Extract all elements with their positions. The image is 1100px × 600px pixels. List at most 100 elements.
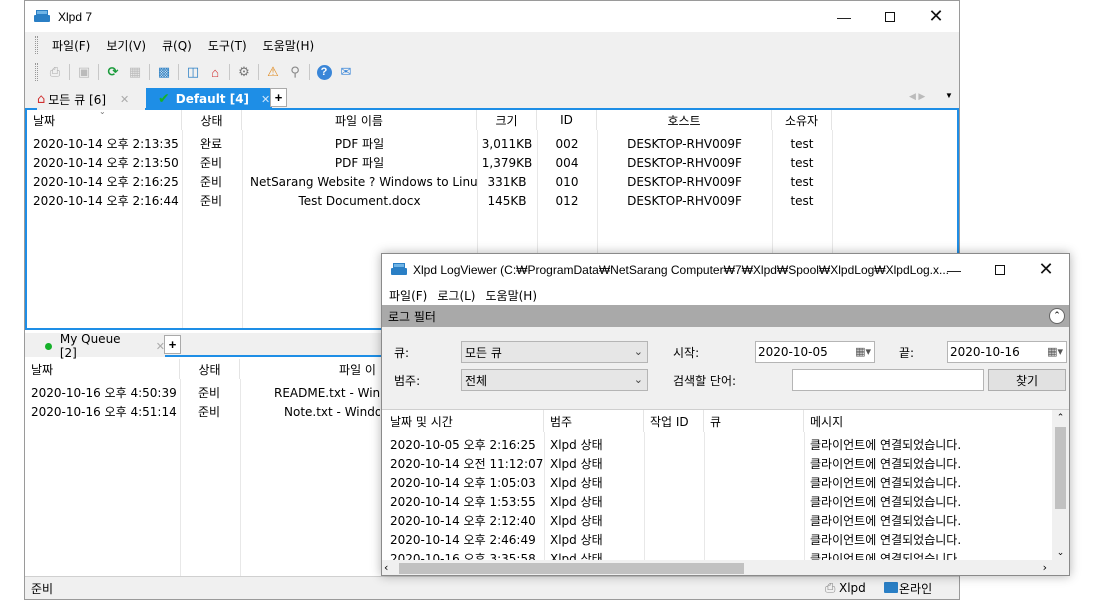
col-owner[interactable]: 소유자 — [772, 110, 832, 130]
log-message: 클라이언트에 연결되었습니다. — [810, 438, 962, 452]
end-date-picker[interactable]: 2020-10-16 ▦▾ — [947, 341, 1067, 363]
job-status: 준비 — [200, 175, 223, 189]
col-size[interactable]: 크기 — [477, 110, 537, 130]
search-icon[interactable]: ⚲ — [286, 63, 304, 81]
minimize-button[interactable]: — — [931, 254, 977, 285]
table-row[interactable]: 2020-10-16 오후 4:50:39 준비 README.txt - Wi… — [25, 383, 380, 402]
maximize-button[interactable] — [867, 1, 913, 32]
col-message[interactable]: 메시지 — [804, 410, 1052, 432]
list-item[interactable]: 2020-10-05 오후 2:16:25 Xlpd 상태 클라이언트에 연결되… — [382, 435, 1052, 454]
log-category: Xlpd 상태 — [550, 495, 603, 509]
log-viewer-icon[interactable]: ⚠ — [264, 63, 282, 81]
col-datetime[interactable]: 날짜 및 시간 — [382, 410, 544, 432]
category-filter-label: 범주: — [394, 374, 421, 388]
col-id[interactable]: ID — [537, 110, 597, 130]
scroll-left-icon[interactable]: ‹ — [384, 561, 388, 574]
table-row[interactable]: 2020-10-14 오후 2:13:35 완료 PDF 파일 3,011KB … — [27, 134, 832, 153]
table-row[interactable]: 2020-10-16 오후 4:51:14 준비 Note.txt - Wind… — [25, 402, 380, 421]
list-item[interactable]: 2020-10-14 오전 11:12:07 Xlpd 상태 클라이언트에 연결… — [382, 454, 1052, 473]
delete-job-icon[interactable]: ▦ — [126, 63, 144, 81]
close-button[interactable]: ✕ — [1023, 254, 1069, 285]
list-item[interactable]: 2020-10-14 오후 2:46:49 Xlpd 상태 클라이언트에 연결되… — [382, 530, 1052, 549]
job-size: 331KB — [487, 174, 527, 189]
scroll-right-icon[interactable]: › — [1043, 561, 1047, 574]
job-list-header: 날짜 ⌄ 상태 파일 이름 크기 ID 호스트 소유자 — [27, 110, 959, 130]
collapse-icon[interactable]: ⌃ — [1049, 308, 1065, 324]
minimize-button[interactable]: — — [821, 1, 867, 32]
job-owner: test — [790, 136, 814, 151]
menu-file[interactable]: 파일(F) — [384, 287, 432, 304]
add-queue-icon[interactable]: ◫ — [184, 63, 202, 81]
log-viewer-title-bar: Xlpd LogViewer (C:₩ProgramData₩NetSarang… — [382, 254, 1069, 285]
col-queue[interactable]: 큐 — [704, 410, 804, 432]
table-row[interactable]: 2020-10-14 오후 2:13:50 준비 PDF 파일 1,379KB … — [27, 153, 832, 172]
col-status[interactable]: 상태 — [182, 110, 242, 130]
search-word-input[interactable] — [792, 369, 984, 391]
tab-list-dropdown-icon[interactable]: ▼ — [945, 91, 953, 100]
tab-my-queue[interactable]: My Queue [2] ✕ — [25, 332, 165, 360]
sort-arrow-icon: ⌄ — [99, 110, 106, 116]
category-filter-select[interactable]: 전체 ⌄ — [461, 369, 648, 391]
print-icon[interactable]: ⎙ — [46, 63, 64, 81]
calendar-icon[interactable]: ▦▾ — [855, 345, 871, 358]
queue-settings-icon[interactable]: ▩ — [155, 63, 173, 81]
job-date: 2020-10-16 오후 4:50:39 — [31, 386, 177, 400]
add-tab-button[interactable]: + — [164, 335, 181, 354]
close-button[interactable]: ✕ — [913, 1, 959, 32]
queue-filter-select[interactable]: 모든 큐 ⌄ — [461, 341, 648, 363]
window-title: Xlpd 7 — [58, 9, 93, 24]
job-owner: test — [790, 174, 814, 189]
col-filename[interactable]: 파일 이름 — [242, 110, 477, 130]
menu-help[interactable]: 도움말(H) — [481, 287, 543, 304]
menu-help[interactable]: 도움말(H) — [255, 37, 323, 54]
menu-log[interactable]: 로그(L) — [432, 287, 480, 304]
log-category: Xlpd 상태 — [550, 457, 603, 471]
scroll-up-icon[interactable]: ⌃ — [1052, 410, 1069, 426]
list-item[interactable]: 2020-10-14 오후 2:12:40 Xlpd 상태 클라이언트에 연결되… — [382, 511, 1052, 530]
tab-scroll-arrows[interactable]: ◀ ▶ — [909, 91, 925, 102]
start-date-picker[interactable]: 2020-10-05 ▦▾ — [755, 341, 875, 363]
log-filter-header[interactable]: 로그 필터 ⌃ — [382, 305, 1069, 327]
tab-close-icon[interactable]: ✕ — [120, 93, 129, 106]
list-item[interactable]: 2020-10-14 오후 1:05:03 Xlpd 상태 클라이언트에 연결되… — [382, 473, 1052, 492]
toolbar-grip — [35, 63, 38, 81]
vertical-scrollbar[interactable]: ⌃ ⌄ — [1052, 410, 1069, 561]
print-properties-icon[interactable]: ▣ — [75, 63, 93, 81]
tab-close-icon[interactable]: ✕ — [261, 93, 270, 106]
job-owner: test — [790, 155, 814, 170]
queue-tab-bar: ⌂ 모든 큐 [6] ✕ ✔ Default [4] ✕ + ◀ ▶ ▼ — [25, 86, 959, 110]
chat-icon[interactable]: ✉ — [337, 63, 355, 81]
scroll-thumb[interactable] — [1055, 427, 1066, 509]
menu-queue[interactable]: 큐(Q) — [154, 37, 200, 54]
menu-file[interactable]: 파일(F) — [44, 37, 98, 54]
maximize-button[interactable] — [977, 254, 1023, 285]
col-host[interactable]: 호스트 — [597, 110, 772, 130]
col-status[interactable]: 상태 — [180, 359, 240, 379]
list-item[interactable]: 2020-10-14 오후 1:53:55 Xlpd 상태 클라이언트에 연결되… — [382, 492, 1052, 511]
add-tab-button[interactable]: + — [270, 88, 287, 107]
horizontal-scrollbar[interactable]: ‹ › — [382, 560, 1069, 575]
menu-tools[interactable]: 도구(T) — [200, 37, 255, 54]
table-row[interactable]: 2020-10-14 오후 2:16:44 준비 Test Document.d… — [27, 191, 832, 210]
job-owner: test — [790, 193, 814, 208]
col-category[interactable]: 범주 — [544, 410, 644, 432]
scroll-down-icon[interactable]: ⌄ — [1052, 545, 1069, 561]
find-button[interactable]: 찾기 — [988, 369, 1066, 391]
col-date[interactable]: 날짜 ⌄ — [27, 110, 182, 130]
table-row[interactable]: 2020-10-14 오후 2:16:25 준비 NetSarang Websi… — [27, 172, 832, 191]
menu-view[interactable]: 보기(V) — [98, 37, 154, 54]
tab-default[interactable]: ✔ Default [4] ✕ — [146, 88, 272, 110]
col-job-id[interactable]: 작업 ID — [644, 410, 704, 432]
scroll-thumb[interactable] — [399, 563, 744, 574]
tab-all-queues[interactable]: ⌂ 모든 큐 [6] ✕ — [37, 88, 145, 110]
log-list-header: 날짜 및 시간 범주 작업 ID 큐 메시지 — [382, 410, 1052, 432]
home-queue-icon[interactable]: ⌂ — [206, 63, 224, 81]
refresh-icon[interactable]: ⟳ — [104, 63, 122, 81]
col-date[interactable]: 날짜 — [25, 359, 180, 379]
log-datetime: 2020-10-14 오후 2:12:40 — [390, 514, 536, 528]
help-icon[interactable]: ? — [315, 63, 333, 81]
calendar-icon[interactable]: ▦▾ — [1047, 345, 1063, 358]
gear-icon[interactable]: ⚙ — [235, 63, 253, 81]
log-datetime: 2020-10-05 오후 2:16:25 — [390, 438, 536, 452]
log-category: Xlpd 상태 — [550, 533, 603, 547]
